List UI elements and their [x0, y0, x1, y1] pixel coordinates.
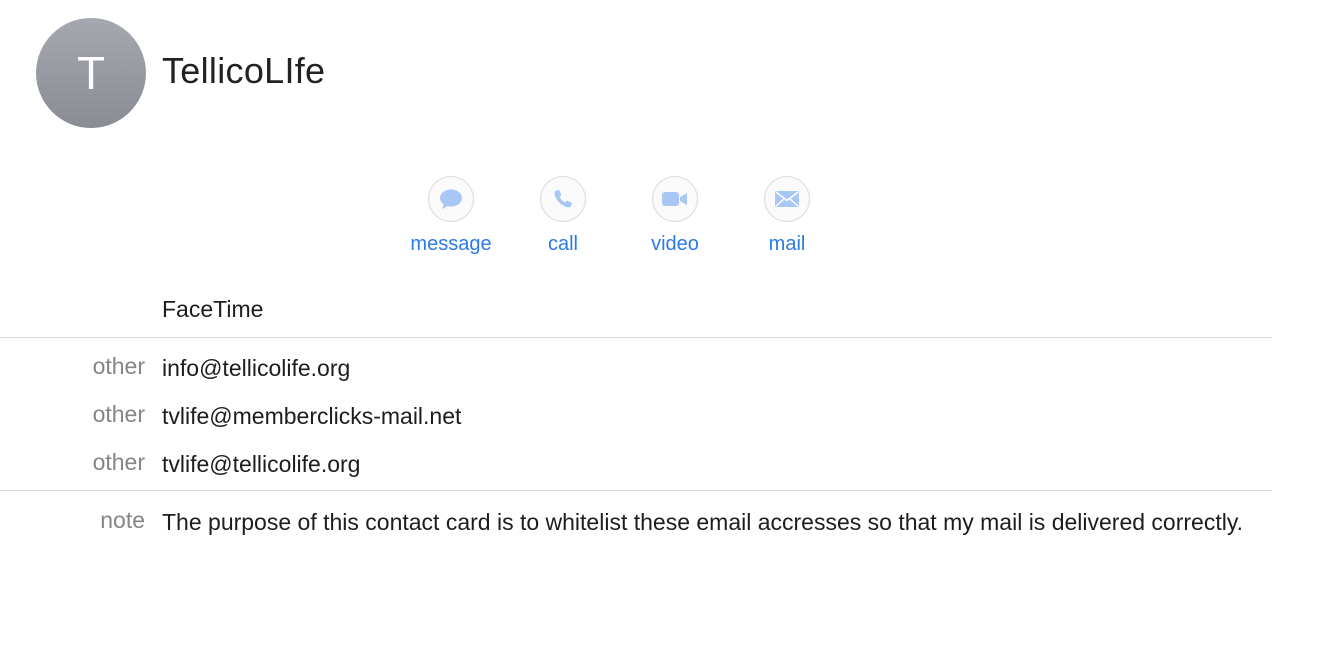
divider [0, 490, 1272, 491]
email-label: other [92, 401, 145, 427]
contact-avatar: T [36, 18, 146, 128]
facetime-row[interactable]: FaceTime [162, 296, 263, 323]
video-action-label[interactable]: video [651, 233, 699, 256]
call-action-button[interactable]: call [507, 176, 619, 256]
message-action-label[interactable]: message [410, 233, 491, 256]
email-label: other [92, 449, 145, 475]
avatar-initial: T [76, 47, 106, 99]
video-action-button[interactable]: video [619, 176, 731, 256]
email-value[interactable]: tvlife@tellicolife.org [162, 449, 360, 479]
phone-icon[interactable] [540, 176, 586, 222]
mail-action-button[interactable]: mail [731, 176, 843, 256]
note-label: note [100, 507, 145, 533]
call-action-label[interactable]: call [548, 233, 578, 256]
email-row[interactable]: other info@tellicolife.org [0, 353, 1272, 383]
envelope-icon[interactable] [764, 176, 810, 222]
message-action-button[interactable]: message [395, 176, 507, 256]
note-text[interactable]: The purpose of this contact card is to w… [162, 507, 1262, 537]
note-row[interactable]: note The purpose of this contact card is… [0, 507, 1272, 537]
email-value[interactable]: tvlife@memberclicks-mail.net [162, 401, 461, 431]
email-row[interactable]: other tvlife@tellicolife.org [0, 449, 1272, 479]
email-value[interactable]: info@tellicolife.org [162, 353, 350, 383]
email-row[interactable]: other tvlife@memberclicks-mail.net [0, 401, 1272, 431]
quick-actions-bar: message call video mail [395, 176, 843, 256]
video-camera-icon[interactable] [652, 176, 698, 222]
mail-action-label[interactable]: mail [769, 233, 806, 256]
contact-name: TellicoLIfe [162, 50, 326, 91]
divider [0, 337, 1272, 338]
message-bubble-icon[interactable] [428, 176, 474, 222]
email-label: other [92, 353, 145, 379]
